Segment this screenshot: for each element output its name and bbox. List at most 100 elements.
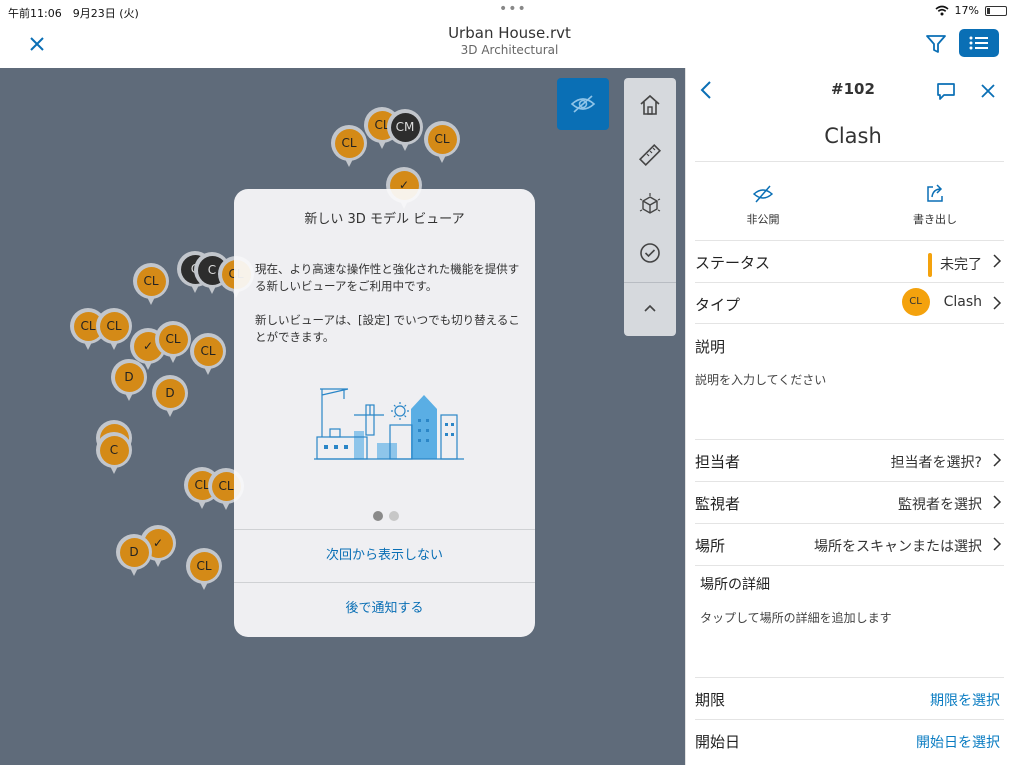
private-toggle-button[interactable]: 非公開 [703, 183, 823, 227]
issue-pin-label: D [155, 378, 185, 408]
document-title: Urban House.rvt [448, 24, 571, 42]
status-time: 午前11:06 9月23日 (火) [8, 7, 139, 20]
multitasking-dots-icon[interactable]: ••• [499, 1, 527, 17]
document-title-block: Urban House.rvt 3D Architectural [0, 24, 1019, 57]
issue-pin-label: CL [427, 124, 457, 154]
start-date-row[interactable]: 開始日 開始日を選択 [695, 720, 1004, 761]
issue-pin-label: CL [189, 551, 219, 581]
assignee-row[interactable]: 担当者 担当者を選択? [695, 440, 1004, 481]
document-subtitle: 3D Architectural [460, 43, 559, 57]
issue-pin[interactable]: D [111, 359, 147, 403]
status-color-marker [928, 253, 932, 277]
divider [695, 565, 1004, 566]
issue-pin-label: CL [334, 128, 364, 158]
close-icon[interactable] [978, 81, 998, 101]
dialog-body: 現在、より高速な操作性と強化された機能を提供する新しいビューアをご利用中です。 … [255, 261, 523, 363]
new-viewer-dialog: 新しい 3D モデル ビューア 現在、より高速な操作性と強化された機能を提供する… [234, 189, 535, 637]
issue-pin-label: CL [136, 266, 166, 296]
issue-pin[interactable]: C [96, 432, 132, 476]
assignee-value: 担当者を選択? [890, 455, 982, 471]
hide-markups-button[interactable] [557, 78, 609, 130]
ruler-icon[interactable] [638, 143, 662, 167]
assignee-label: 担当者 [695, 453, 741, 471]
status-value-wrap: 未完了 [928, 253, 982, 277]
status-row[interactable]: ステータス 未完了 [695, 241, 1004, 282]
divider [695, 161, 1004, 162]
location-label: 場所 [695, 537, 726, 555]
issue-detail-panel: #102 Clash 非公開 書き出し ステータス 未完了 タイプ CL Clas… [685, 68, 1019, 765]
viewer-toolbar [624, 78, 676, 336]
due-date-value[interactable]: 期限を選択 [930, 690, 1000, 710]
issue-pin[interactable]: CL [96, 308, 132, 352]
type-badge: CL [901, 288, 930, 316]
status-label: ステータス [695, 254, 771, 272]
issue-pin-label: D [119, 537, 149, 567]
issue-pin[interactable]: CL [155, 321, 191, 365]
top-bar: Urban House.rvt 3D Architectural [0, 22, 1019, 68]
export-label: 書き出し [913, 213, 957, 226]
type-value-wrap: CL Clash [901, 288, 982, 316]
page-dot[interactable] [389, 511, 399, 521]
issue-pin[interactable]: CL [186, 548, 222, 592]
chevron-right-icon [993, 254, 1002, 268]
watcher-label: 監視者 [695, 495, 741, 513]
issue-pin[interactable]: CL [133, 263, 169, 307]
remind-later-button[interactable]: 後で通知する [234, 583, 535, 635]
issue-title: Clash [824, 124, 882, 148]
filter-icon[interactable] [925, 33, 947, 55]
issue-pin-label: CL [99, 311, 129, 341]
location-detail-label: 場所の詳細 [700, 577, 770, 593]
chevron-up-icon[interactable] [638, 297, 662, 321]
issue-pin[interactable]: CL [190, 333, 226, 377]
chevron-right-icon [993, 537, 1002, 551]
type-label: タイプ [695, 296, 741, 314]
export-button[interactable]: 書き出し [875, 183, 995, 227]
issue-pin[interactable]: CL [331, 125, 367, 169]
battery-percent: 17% [954, 4, 979, 17]
issue-pin[interactable]: D [116, 534, 152, 578]
eye-slash-icon [570, 95, 596, 113]
dialog-paragraph-1: 現在、より高速な操作性と強化された機能を提供する新しいビューアをご利用中です。 [255, 262, 520, 293]
page-dot[interactable] [373, 511, 383, 521]
due-date-row[interactable]: 期限 期限を選択 [695, 678, 1004, 719]
start-date-label: 開始日 [695, 733, 741, 751]
type-row[interactable]: タイプ CL Clash [695, 283, 1004, 324]
type-value: Clash [943, 294, 982, 310]
location-row[interactable]: 場所 場所をスキャンまたは選択 [695, 524, 1004, 565]
issue-pin-label: CL [158, 324, 188, 354]
issue-pin-label: C [99, 435, 129, 465]
chevron-right-icon [993, 495, 1002, 509]
watcher-value: 監視者を選択 [898, 497, 982, 513]
issue-pin[interactable]: D [152, 375, 188, 419]
description-input[interactable]: 説明を入力してください [695, 371, 826, 388]
status-bar: 午前11:06 9月23日 (火) ••• 17% [0, 0, 1019, 22]
start-date-value[interactable]: 開始日を選択 [916, 732, 1000, 752]
issue-pin[interactable]: CM [387, 109, 423, 153]
home-icon[interactable] [638, 93, 662, 117]
check-circle-icon[interactable] [638, 241, 662, 265]
list-icon [969, 36, 988, 50]
location-detail-input[interactable]: タップして場所の詳細を追加します [700, 609, 892, 626]
page-indicator[interactable] [373, 511, 399, 521]
comment-icon[interactable] [935, 80, 957, 102]
issue-number: #102 [831, 80, 875, 98]
location-value: 場所をスキャンまたは選択 [814, 539, 982, 555]
list-view-button[interactable] [959, 29, 999, 57]
status-right: 17% [935, 4, 1007, 17]
chevron-right-icon [993, 453, 1002, 467]
watcher-row[interactable]: 監視者 監視者を選択 [695, 482, 1004, 523]
divider [695, 323, 1004, 324]
model-explode-icon[interactable] [638, 193, 662, 217]
eye-slash-icon [752, 185, 774, 203]
issue-pin[interactable]: CL [424, 121, 460, 165]
dont-show-again-button[interactable]: 次回から表示しない [234, 530, 535, 582]
dialog-paragraph-2: 新しいビューアは、[設定] でいつでも切り替えることができます。 [255, 313, 520, 344]
description-label: 説明 [695, 338, 726, 356]
dialog-title: 新しい 3D モデル ビューア [304, 212, 465, 227]
toolbar-divider [624, 282, 676, 283]
battery-icon [985, 5, 1007, 16]
due-date-label: 期限 [695, 691, 726, 709]
issue-pin-label: CM [390, 112, 420, 142]
chevron-right-icon [993, 296, 1002, 310]
export-icon [927, 184, 943, 202]
